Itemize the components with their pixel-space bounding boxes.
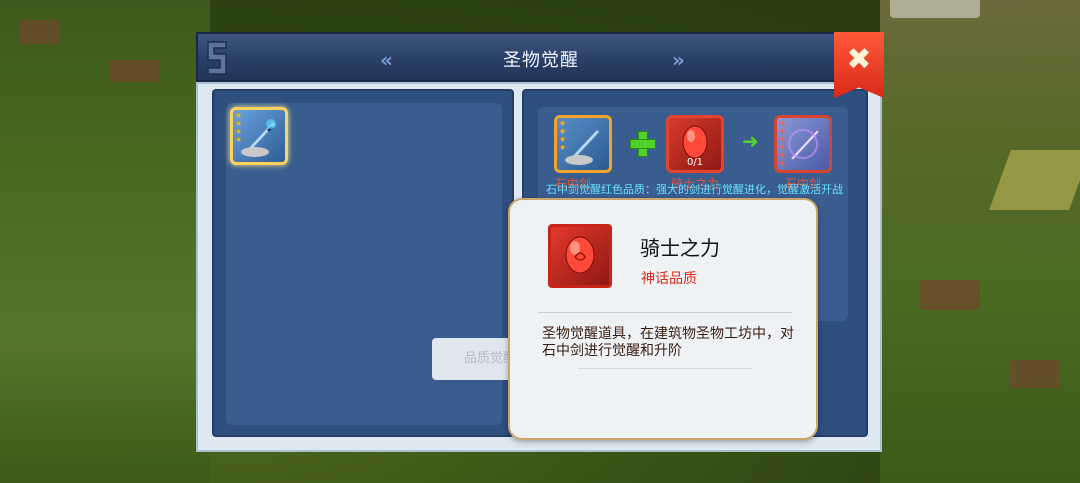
material-count: 0/1 bbox=[686, 157, 704, 168]
awakening-description: 石中剑觉醒红色品质：强大的剑进行觉醒进化，觉醒激活开战 bbox=[546, 183, 843, 196]
background-terrain-left bbox=[0, 0, 210, 483]
divider bbox=[578, 368, 752, 369]
prev-arrow-icon[interactable]: « bbox=[380, 48, 393, 72]
item-description: 圣物觉醒道具，在建筑物圣物工坊中，对石中剑进行觉醒和升阶 bbox=[542, 326, 794, 359]
background-hud-button bbox=[890, 0, 980, 18]
background-building bbox=[1010, 360, 1060, 388]
item-quality: 神话品质 bbox=[641, 271, 697, 287]
divider bbox=[538, 312, 792, 313]
dialog-title: 圣物觉醒 bbox=[503, 50, 579, 71]
knight-power-gem-icon bbox=[548, 224, 612, 288]
background-terrain-right bbox=[880, 0, 1080, 483]
relic-slot-sword[interactable]: ★ ★ ★ ★ bbox=[230, 107, 288, 165]
input-relic-slot[interactable]: ★ ★ ★ ★ bbox=[554, 115, 612, 173]
close-icon: ✖ bbox=[846, 42, 872, 77]
next-arrow-icon[interactable]: » bbox=[672, 48, 685, 72]
background-building bbox=[110, 60, 160, 82]
star-rating: ★ ★ ★ ★ bbox=[235, 111, 243, 144]
relic-list-panel: ★ ★ ★ ★ bbox=[212, 89, 514, 437]
material-slot[interactable]: 0/1 bbox=[666, 115, 724, 173]
plus-icon bbox=[630, 131, 656, 157]
background-building bbox=[20, 20, 60, 44]
star-rating: ★ ★ ★ ★ bbox=[559, 119, 567, 152]
star-rating: ★ ★ ★ ★ ★ ★ bbox=[779, 119, 787, 168]
item-tooltip: 骑士之力 神话品质 圣物觉醒道具，在建筑物圣物工坊中，对石中剑进行觉醒和升阶 bbox=[508, 198, 818, 440]
item-name: 骑士之力 bbox=[640, 236, 720, 260]
output-relic-slot[interactable]: ★ ★ ★ ★ ★ ★ bbox=[774, 115, 832, 173]
title-bar: 圣物觉醒 « » bbox=[196, 32, 882, 82]
arrow-right-icon: ➜ bbox=[742, 129, 759, 153]
background-building bbox=[920, 280, 980, 310]
